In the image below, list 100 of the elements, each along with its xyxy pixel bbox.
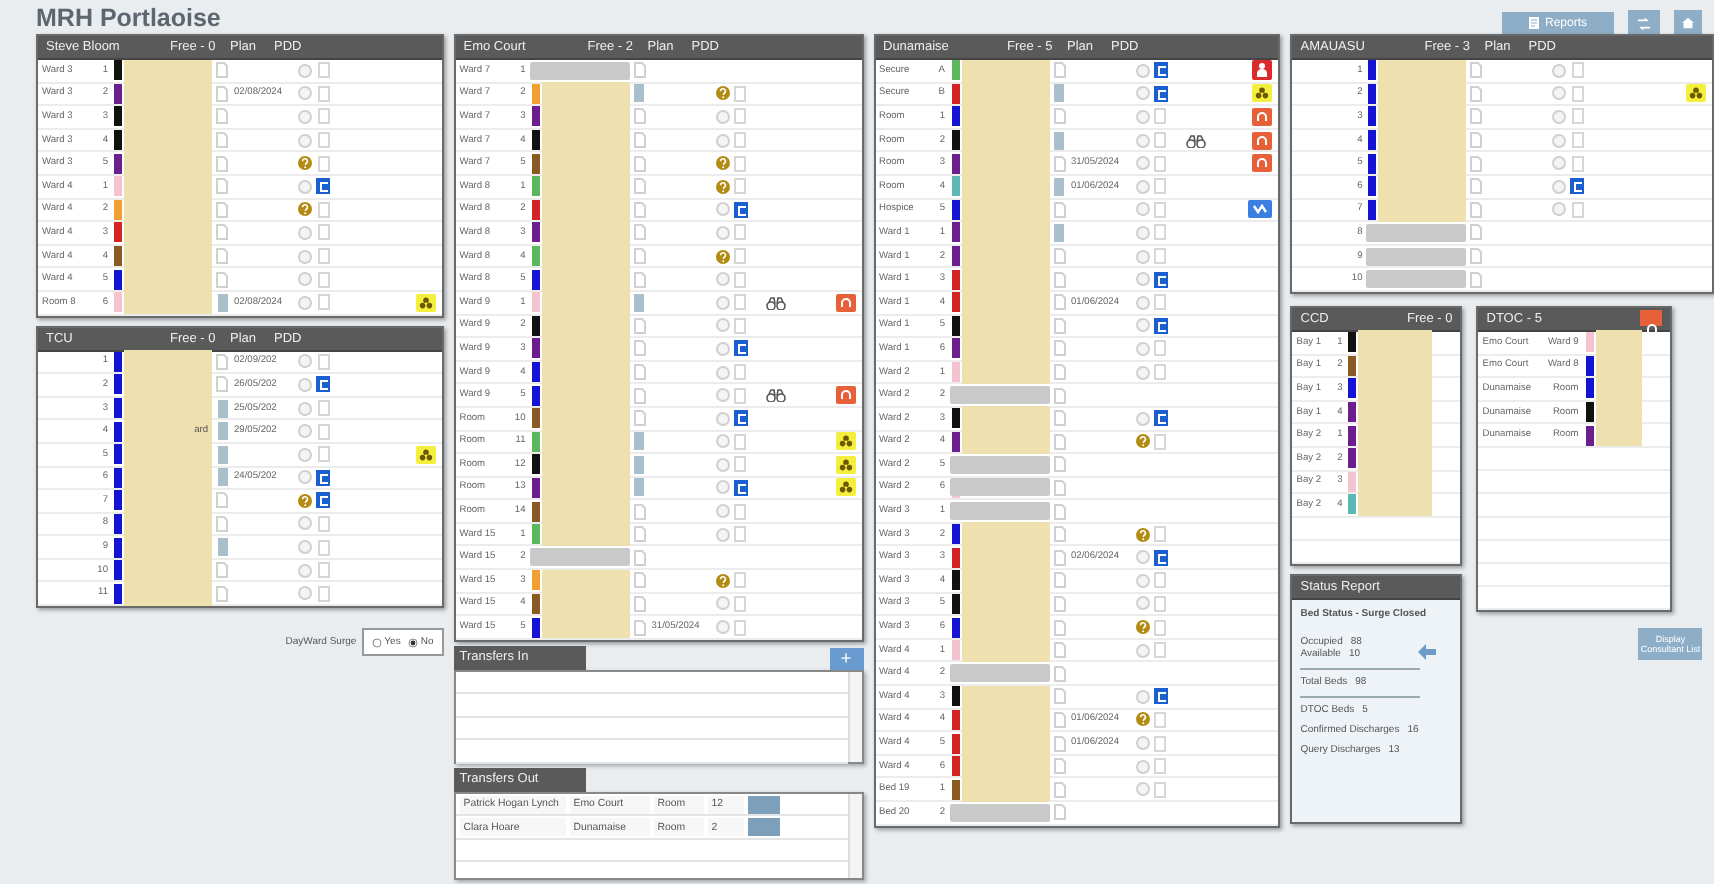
plan-marker[interactable] xyxy=(1054,131,1064,150)
checkbox[interactable] xyxy=(734,456,747,473)
plan-icon[interactable] xyxy=(1053,549,1065,566)
plan-icon[interactable] xyxy=(1053,503,1065,520)
status-circle-icon[interactable] xyxy=(298,586,312,601)
status-circle-icon[interactable] xyxy=(715,596,730,611)
document-icon[interactable] xyxy=(1153,62,1167,79)
query-icon[interactable] xyxy=(1135,620,1149,635)
checkbox[interactable] xyxy=(1154,248,1166,265)
status-circle-icon[interactable] xyxy=(298,540,312,555)
status-circle-icon[interactable] xyxy=(1135,341,1149,356)
checkbox[interactable] xyxy=(734,526,747,543)
plan-icon[interactable] xyxy=(216,178,228,195)
document-icon[interactable] xyxy=(1153,271,1167,288)
checkbox[interactable] xyxy=(1154,155,1166,172)
plan-icon[interactable] xyxy=(1053,248,1065,265)
status-circle-icon[interactable] xyxy=(1135,365,1149,380)
biohazard-icon[interactable] xyxy=(1252,84,1273,103)
arrow-icon[interactable] xyxy=(1418,643,1437,660)
document-icon[interactable] xyxy=(1153,85,1167,102)
status-circle-icon[interactable] xyxy=(715,620,730,635)
plan-marker[interactable] xyxy=(217,399,227,418)
plan-icon[interactable] xyxy=(216,585,228,602)
checkbox[interactable] xyxy=(1154,340,1166,357)
checkbox[interactable] xyxy=(1154,758,1166,775)
plan-icon[interactable] xyxy=(216,108,228,125)
status-circle-icon[interactable] xyxy=(715,527,730,542)
status-circle-icon[interactable] xyxy=(1135,225,1149,240)
plan-marker[interactable] xyxy=(217,538,227,557)
document-icon[interactable] xyxy=(1570,178,1585,195)
query-icon[interactable] xyxy=(298,202,312,217)
checkbox[interactable] xyxy=(1154,526,1166,543)
query-icon[interactable] xyxy=(715,249,730,264)
status-circle-icon[interactable] xyxy=(298,447,312,462)
plan-icon[interactable] xyxy=(1053,711,1065,728)
checkbox[interactable] xyxy=(734,572,747,589)
plan-marker[interactable] xyxy=(217,422,227,441)
status-circle-icon[interactable] xyxy=(715,365,730,380)
plan-marker[interactable] xyxy=(634,432,645,451)
plan-marker[interactable] xyxy=(634,293,645,312)
person-icon[interactable] xyxy=(1252,60,1273,81)
status-circle-icon[interactable] xyxy=(715,457,730,472)
status-circle-icon[interactable] xyxy=(298,424,312,439)
status-circle-icon[interactable] xyxy=(715,295,730,310)
biohazard-icon[interactable] xyxy=(1686,84,1706,103)
plan-icon[interactable] xyxy=(216,376,228,393)
plan-icon[interactable] xyxy=(216,492,228,509)
checkbox[interactable] xyxy=(317,224,329,241)
empty-slot[interactable] xyxy=(949,386,1049,405)
document-icon[interactable] xyxy=(733,340,748,357)
plan-marker[interactable] xyxy=(1054,177,1064,196)
checkbox[interactable] xyxy=(317,400,329,417)
empty-slot[interactable] xyxy=(949,478,1049,497)
checkbox[interactable] xyxy=(317,539,329,556)
binoculars-icon[interactable] xyxy=(1185,133,1205,148)
plan-marker[interactable] xyxy=(217,293,227,312)
query-icon[interactable] xyxy=(715,179,730,194)
plan-icon[interactable] xyxy=(1053,758,1065,775)
plan-icon[interactable] xyxy=(216,271,228,288)
document-icon[interactable] xyxy=(316,492,330,509)
status-circle-icon[interactable] xyxy=(1135,156,1149,171)
document-icon[interactable] xyxy=(316,178,330,195)
plan-icon[interactable] xyxy=(1053,317,1065,334)
plan-icon[interactable] xyxy=(1053,619,1065,636)
checkbox[interactable] xyxy=(734,317,747,334)
transfer-button[interactable] xyxy=(1628,9,1660,37)
query-icon[interactable] xyxy=(298,156,312,171)
plan-icon[interactable] xyxy=(1053,387,1065,404)
plan-icon[interactable] xyxy=(1053,108,1065,125)
plan-icon[interactable] xyxy=(1053,665,1065,682)
status-circle-icon[interactable] xyxy=(715,272,730,287)
document-icon[interactable] xyxy=(1153,410,1167,427)
checkbox[interactable] xyxy=(1154,178,1166,195)
status-circle-icon[interactable] xyxy=(1135,736,1149,751)
checkbox[interactable] xyxy=(1571,155,1584,172)
scrollbar[interactable] xyxy=(847,793,861,878)
checkbox[interactable] xyxy=(317,353,329,370)
plan-marker[interactable] xyxy=(1054,84,1064,103)
document-icon[interactable] xyxy=(1153,549,1167,566)
checkbox[interactable] xyxy=(317,585,329,602)
query-icon[interactable] xyxy=(715,156,730,171)
checkbox[interactable] xyxy=(734,619,747,636)
occupied-slot[interactable] xyxy=(124,59,212,83)
checkbox[interactable] xyxy=(317,248,329,265)
status-circle-icon[interactable] xyxy=(715,318,730,333)
plan-icon[interactable] xyxy=(1053,62,1065,79)
checkbox[interactable] xyxy=(1571,85,1584,102)
binoculars-icon[interactable] xyxy=(765,388,786,403)
checkbox[interactable] xyxy=(734,224,747,241)
document-icon[interactable] xyxy=(1153,317,1167,334)
status-circle-icon[interactable] xyxy=(298,109,312,124)
checkbox[interactable] xyxy=(1154,595,1166,612)
plan-icon[interactable] xyxy=(1053,804,1065,821)
status-circle-icon[interactable] xyxy=(298,354,312,369)
status-circle-icon[interactable] xyxy=(1135,782,1149,797)
checkbox[interactable] xyxy=(1154,132,1166,149)
checkbox[interactable] xyxy=(1154,224,1166,241)
checkbox[interactable] xyxy=(1154,735,1166,752)
status-circle-icon[interactable] xyxy=(1135,573,1149,588)
query-icon[interactable] xyxy=(715,86,730,101)
